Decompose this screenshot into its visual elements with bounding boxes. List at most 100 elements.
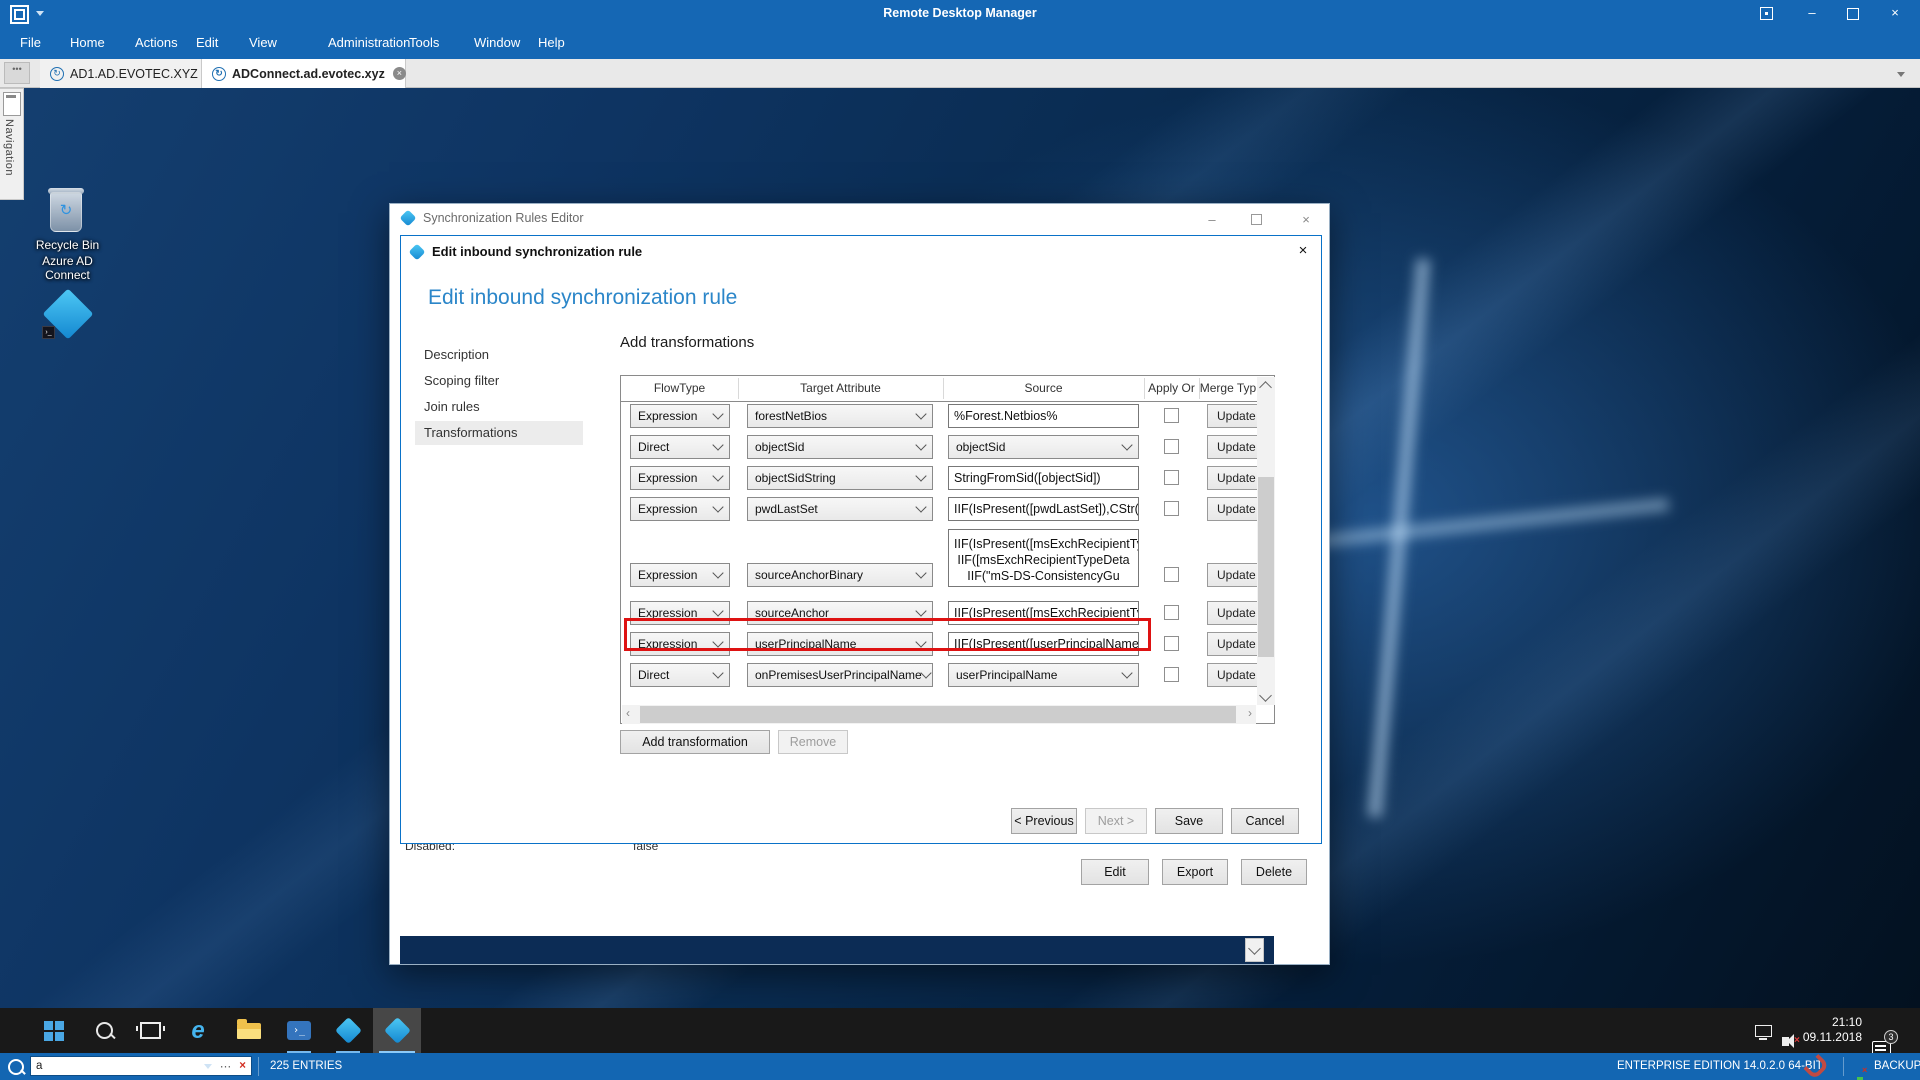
scrollbar-thumb[interactable] — [1258, 477, 1274, 657]
menu-file[interactable]: File — [20, 27, 41, 59]
search-options-icon[interactable]: ⋯ — [220, 1059, 232, 1073]
nav-item-scoping-filter[interactable]: Scoping filter — [415, 369, 583, 393]
powershell-button[interactable]: ›_ — [275, 1008, 323, 1053]
scroll-left-icon[interactable]: ‹ — [626, 706, 630, 720]
target-attribute-select[interactable]: onPremisesUserPrincipalName — [747, 663, 933, 687]
apply-once-checkbox[interactable] — [1164, 470, 1179, 485]
previous-button[interactable]: < Previous — [1011, 808, 1077, 834]
minimize-button[interactable]: – — [1805, 6, 1819, 20]
source-input[interactable]: IIF(IsPresent([msExchRecipientTy IIF([ms… — [948, 529, 1139, 587]
source-input[interactable]: IIF(IsPresent([msExchRecipientTypeI — [948, 601, 1139, 625]
source-input[interactable]: StringFromSid([objectSid]) — [948, 466, 1139, 490]
target-attribute-select[interactable]: forestNetBios — [747, 404, 933, 428]
editor-minimize-button[interactable]: – — [1204, 213, 1220, 227]
apply-once-checkbox[interactable] — [1164, 567, 1179, 582]
menu-help[interactable]: Help — [538, 27, 565, 59]
add-transformation-button[interactable]: Add transformation — [620, 730, 770, 754]
flowtype-select[interactable]: Expression — [630, 497, 730, 521]
target-attribute-select[interactable]: pwdLastSet — [747, 497, 933, 521]
export-button[interactable]: Export — [1162, 859, 1228, 885]
scroll-down-icon[interactable] — [1259, 689, 1272, 702]
maximize-button[interactable] — [1847, 8, 1859, 20]
menu-view[interactable]: View — [249, 27, 277, 59]
quick-search-input[interactable]: a ⋯ × — [30, 1056, 252, 1076]
recycle-bin-label[interactable]: Recycle Bin — [20, 238, 115, 252]
flowtype-select[interactable]: Expression — [630, 466, 730, 490]
tab-overflow-caret-icon[interactable] — [1897, 72, 1905, 77]
apply-once-checkbox[interactable] — [1164, 667, 1179, 682]
taskbar-clock[interactable]: 21:10 09.11.2018 — [1800, 1015, 1862, 1045]
task-view-button[interactable] — [126, 1008, 174, 1053]
source-select[interactable]: userPrincipalName — [948, 663, 1139, 687]
navigation-panel-tab[interactable]: Navigation — [0, 88, 24, 200]
focus-mode-icon[interactable] — [1760, 7, 1773, 20]
target-attribute-select[interactable]: objectSidString — [747, 466, 933, 490]
flowtype-select[interactable]: Expression — [630, 563, 730, 587]
close-button[interactable]: × — [1888, 6, 1902, 20]
chevron-down-icon — [915, 470, 926, 481]
apply-once-checkbox[interactable] — [1164, 636, 1179, 651]
source-input[interactable]: IIF(IsPresent([pwdLastSet]),CStr(For — [948, 497, 1139, 521]
flowtype-select[interactable]: Direct — [630, 435, 730, 459]
start-button[interactable] — [30, 1008, 78, 1053]
target-attribute-select[interactable]: userPrincipalName — [747, 632, 933, 656]
menu-actions[interactable]: Actions — [135, 27, 178, 59]
backup-label[interactable]: BACKUP — [1874, 1053, 1920, 1080]
tab-ad1[interactable]: ↻ AD1.AD.EVOTEC.XYZ — [40, 59, 202, 88]
target-attribute-select[interactable]: objectSid — [747, 435, 933, 459]
delete-button[interactable]: Delete — [1241, 859, 1307, 885]
edit-button[interactable]: Edit — [1081, 859, 1149, 885]
scroll-right-icon[interactable]: › — [1248, 706, 1252, 720]
flowtype-select[interactable]: Expression — [630, 601, 730, 625]
tab-close-icon[interactable]: × — [393, 67, 406, 80]
save-button[interactable]: Save — [1155, 808, 1223, 834]
band-scroll-button[interactable] — [1245, 938, 1264, 962]
cancel-button[interactable]: Cancel — [1231, 808, 1299, 834]
horizontal-scrollbar[interactable]: ‹ › — [622, 705, 1256, 724]
azure-ad-connect-label[interactable]: Azure AD Connect — [20, 254, 115, 282]
search-caret-icon[interactable] — [204, 1064, 212, 1069]
apply-once-checkbox[interactable] — [1164, 605, 1179, 620]
apply-once-checkbox[interactable] — [1164, 501, 1179, 516]
nav-item-description[interactable]: Description — [415, 343, 583, 367]
scrollbar-thumb[interactable] — [640, 706, 1236, 723]
source-input[interactable]: %Forest.Netbios% — [948, 404, 1139, 428]
editor-maximize-button[interactable] — [1251, 214, 1262, 225]
menu-edit[interactable]: Edit — [196, 27, 218, 59]
menu-administration[interactable]: Administration — [328, 27, 410, 59]
remove-button[interactable]: Remove — [778, 730, 848, 754]
menu-home[interactable]: Home — [70, 27, 105, 59]
source-input[interactable]: IIF(IsPresent([userPrincipalName]),[u — [948, 632, 1139, 656]
taskbar-search-button[interactable] — [80, 1008, 128, 1053]
apply-once-checkbox[interactable] — [1164, 408, 1179, 423]
tab-list-button[interactable]: ••• — [4, 62, 30, 84]
flowtype-select[interactable]: Expression — [630, 404, 730, 428]
recycle-symbol-icon: ↻ — [51, 201, 81, 219]
azure-ad-connect-task-button[interactable] — [324, 1008, 372, 1053]
source-select[interactable]: objectSid — [948, 435, 1139, 459]
menu-tools[interactable]: Tools — [409, 27, 439, 59]
vertical-scrollbar[interactable] — [1257, 377, 1275, 705]
flowtype-select[interactable]: Expression — [630, 632, 730, 656]
search-clear-icon[interactable]: × — [239, 1060, 246, 1072]
flowtype-select[interactable]: Direct — [630, 663, 730, 687]
nav-item-join-rules[interactable]: Join rules — [415, 395, 583, 419]
clock-date: 09.11.2018 — [1800, 1030, 1862, 1045]
azure-ad-connect-active-task-button[interactable] — [373, 1008, 421, 1053]
apply-once-checkbox[interactable] — [1164, 439, 1179, 454]
scroll-up-icon[interactable] — [1259, 381, 1272, 394]
target-attribute-select[interactable]: sourceAnchorBinary — [747, 563, 933, 587]
tab-adconnect[interactable]: ↻ ADConnect.ad.evotec.xyz × — [202, 59, 406, 88]
target-attribute-select[interactable]: sourceAnchor — [747, 601, 933, 625]
network-icon[interactable] — [1755, 1025, 1772, 1037]
recycle-bin-icon[interactable]: ↻ — [50, 192, 82, 232]
nav-item-transformations[interactable]: Transformations — [415, 421, 583, 445]
file-explorer-button[interactable] — [225, 1008, 273, 1053]
volume-muted-icon[interactable]: × — [1782, 1037, 1789, 1046]
internet-explorer-button[interactable]: e — [174, 1008, 222, 1053]
dialog-close-button[interactable]: × — [1295, 243, 1311, 259]
editor-close-button[interactable]: × — [1298, 213, 1314, 227]
menu-window[interactable]: Window — [474, 27, 520, 59]
next-button[interactable]: Next > — [1085, 808, 1147, 834]
edition-label: ENTERPRISE EDITION 14.0.2.0 64-BIT — [1617, 1053, 1823, 1080]
